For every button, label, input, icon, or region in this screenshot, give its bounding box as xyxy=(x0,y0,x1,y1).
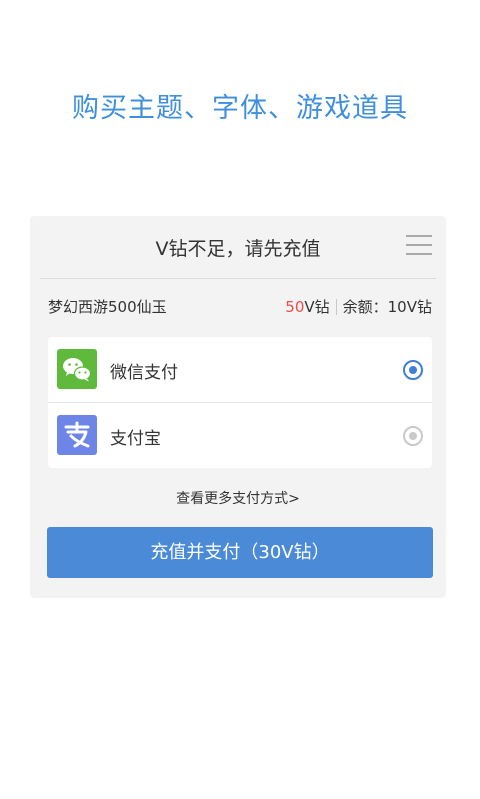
dialog-title: V钻不足，请先充值 xyxy=(155,238,321,260)
wechat-pay-icon xyxy=(57,349,97,389)
recharge-and-pay-button[interactable]: 充值并支付（30V钻） xyxy=(47,527,433,578)
payment-option-alipay[interactable]: 支付宝 xyxy=(48,402,432,467)
menu-icon[interactable] xyxy=(406,235,432,257)
dialog-header: V钻不足，请先充值 xyxy=(30,216,446,278)
payment-option-label: 微信支付 xyxy=(110,363,178,383)
price-separator xyxy=(335,298,337,315)
payment-option-label: 支付宝 xyxy=(110,429,161,449)
price-info: 50 V钻 余额：10V钻 xyxy=(285,296,432,317)
product-name: 梦幻西游500仙玉 xyxy=(48,298,167,316)
payment-option-wechat[interactable]: 微信支付 xyxy=(48,337,432,402)
price-unit: V钻 xyxy=(304,298,330,316)
order-info-row: 梦幻西游500仙玉 50 V钻 余额：10V钻 xyxy=(48,296,432,318)
payment-method-list: 微信支付 支付宝 xyxy=(48,337,432,468)
price-amount: 50 xyxy=(285,297,305,316)
radio-selected-icon[interactable] xyxy=(403,360,423,380)
radio-unselected-icon[interactable] xyxy=(403,426,423,446)
balance-text: 余额：10V钻 xyxy=(342,298,432,316)
more-payment-methods-link[interactable]: 查看更多支付方式> xyxy=(30,488,446,508)
header-divider xyxy=(40,278,436,279)
page-headline: 购买主题、字体、游戏道具 xyxy=(72,93,408,124)
recharge-dialog: V钻不足，请先充值 梦幻西游500仙玉 50 V钻 余额：10V钻 微信支付 支… xyxy=(30,216,446,598)
alipay-icon xyxy=(57,415,97,455)
